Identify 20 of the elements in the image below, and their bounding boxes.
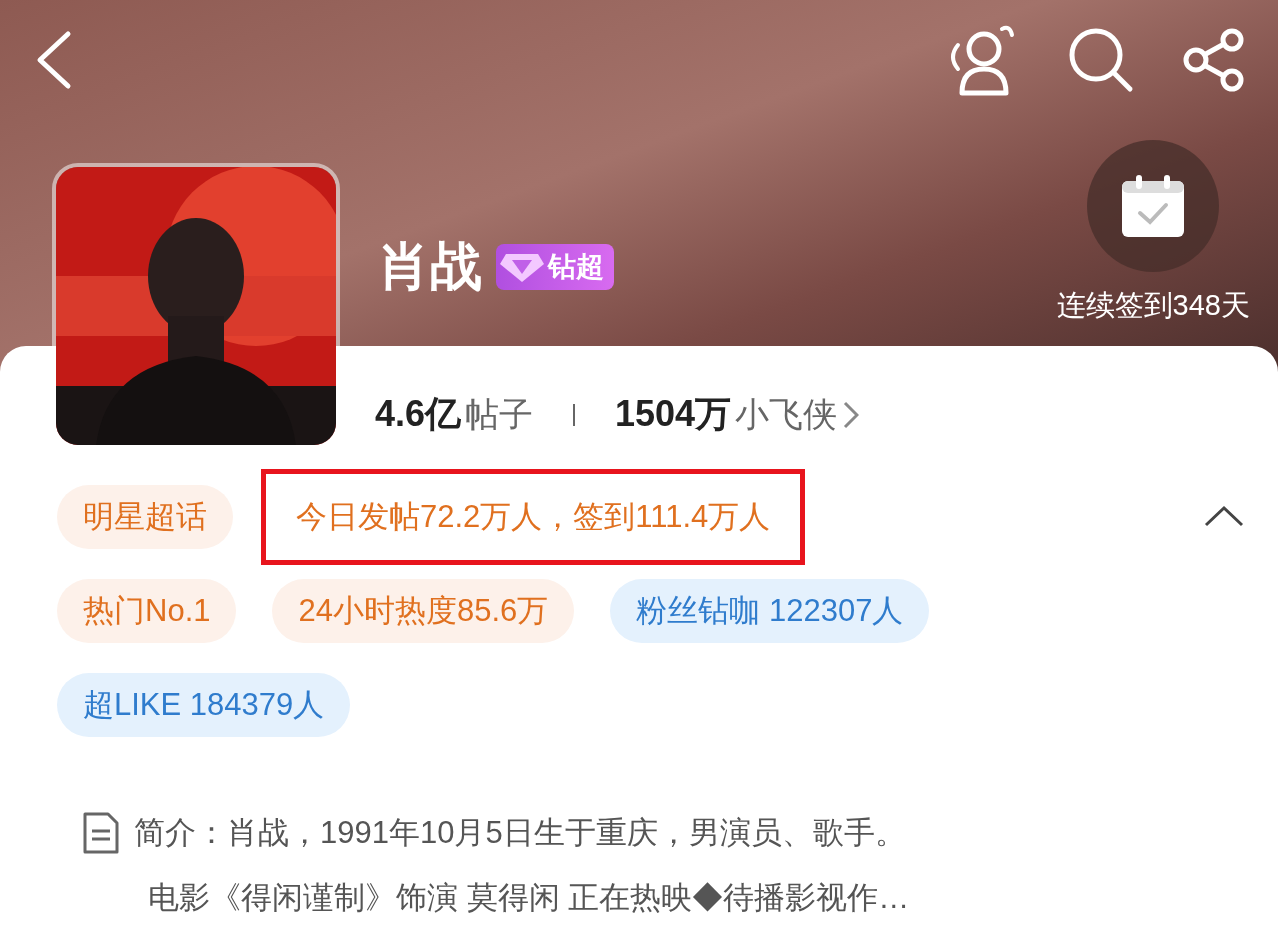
checkin-streak: 连续签到348天: [1056, 288, 1250, 323]
document-icon: [82, 811, 120, 855]
tag[interactable]: 超LIKE 184379人: [57, 673, 351, 737]
intro-text: 简介：肖战，1991年10月5日生于重庆，男演员、歌手。: [134, 814, 906, 852]
chevron-right-icon[interactable]: [843, 400, 860, 429]
caret-up-icon[interactable]: [1204, 505, 1244, 527]
stat-label: 帖子: [465, 393, 534, 435]
intro-text: 电影《得闲谨制》饰演 莫得闲 正在热映◆待播影视作…: [147, 879, 911, 917]
calendar-check-icon: [1120, 173, 1187, 239]
tag[interactable]: 24小时热度85.6万: [272, 579, 575, 643]
badge: 钻超: [496, 244, 614, 290]
search-icon[interactable]: [1068, 27, 1134, 93]
tag[interactable]: 热门No.1: [57, 579, 237, 643]
stat-text: 今日发帖72.2万人，签到111.4万人: [261, 469, 806, 565]
tag[interactable]: 粉丝钻咖 122307人: [610, 579, 930, 643]
stat-label[interactable]: 小飞侠: [735, 391, 838, 438]
tag[interactable]: 明星超话: [57, 485, 233, 549]
topic-name: 肖战: [378, 236, 482, 297]
stat-value: 1504万: [615, 392, 732, 436]
stat-value: 4.6亿: [375, 392, 462, 436]
